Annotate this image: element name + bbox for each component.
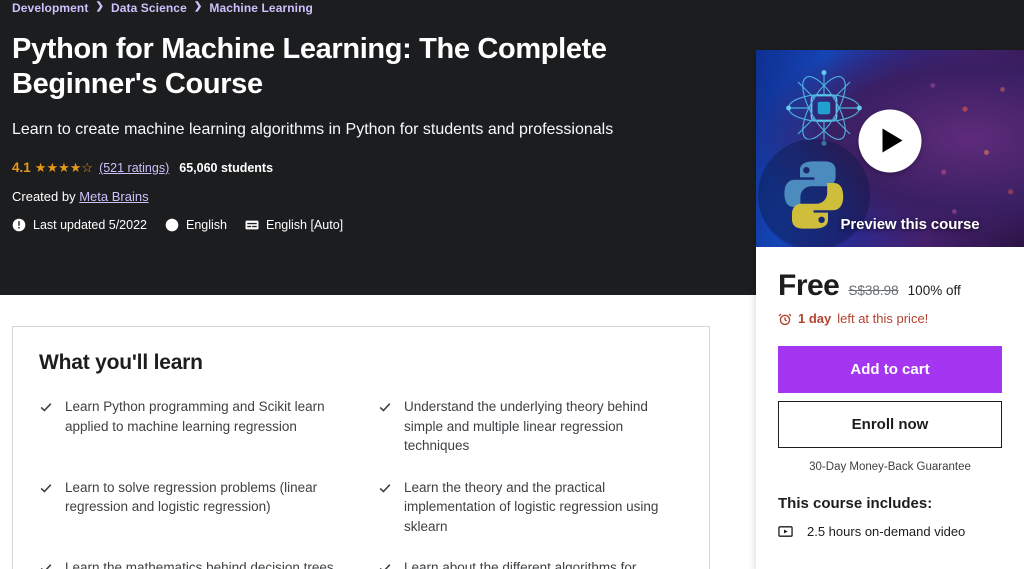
star-filled-icon: ★ xyxy=(46,160,59,176)
list-item-label: Learn the theory and the practical imple… xyxy=(404,479,659,534)
discount-percentage: 100% off xyxy=(907,283,961,298)
check-icon xyxy=(39,561,53,569)
list-item-label: Learn about the different algorithms for… xyxy=(404,560,637,569)
check-icon xyxy=(39,481,53,500)
play-icon xyxy=(882,128,902,153)
star-filled-icon: ★ xyxy=(69,160,82,176)
course-purchase-sidebar: Preview this course Free S$38.98 100% of… xyxy=(756,50,1024,569)
what-you-will-learn-title: What you'll learn xyxy=(39,351,203,374)
star-empty-icon: ☆ xyxy=(81,160,94,176)
list-item: Learn the theory and the practical imple… xyxy=(378,478,683,537)
instructor-link[interactable]: Meta Brains xyxy=(79,189,148,204)
original-price: S$38.98 xyxy=(848,283,899,298)
list-item-label: Learn to solve regression problems (line… xyxy=(65,479,318,515)
add-to-cart-button[interactable]: Add to cart xyxy=(778,346,1002,393)
current-price: Free xyxy=(778,269,840,302)
meta-last-updated-label: Last updated 5/2022 xyxy=(33,218,147,233)
course-landing-page: Development ❯ Data Science ❯ Machine Lea… xyxy=(0,0,1024,569)
sidebar-body: Free S$38.98 100% off 1 day left at this… xyxy=(756,247,1024,555)
info-icon xyxy=(12,218,26,232)
enroll-now-button[interactable]: Enroll now xyxy=(778,401,1002,448)
star-rating-icon: ★ ★ ★ ★ ☆ xyxy=(35,161,93,174)
course-preview-thumbnail[interactable]: Preview this course xyxy=(756,50,1024,247)
list-item-label: Understand the underlying theory behind … xyxy=(404,399,648,454)
list-item: Learn about the different algorithms for… xyxy=(378,558,683,569)
meta-last-updated: Last updated 5/2022 xyxy=(12,218,147,232)
check-icon xyxy=(378,481,392,500)
star-filled-icon: ★ xyxy=(34,160,47,176)
list-item: Learn the mathematics behind decision tr… xyxy=(39,558,344,569)
price-row: Free S$38.98 100% off xyxy=(778,269,1002,303)
breadcrumb-item-development[interactable]: Development xyxy=(12,1,88,15)
course-includes-title: This course includes: xyxy=(778,495,933,512)
list-item: Learn Python programming and Scikit lear… xyxy=(39,397,344,456)
list-item: Understand the underlying theory behind … xyxy=(378,397,683,456)
rating-score: 4.1 xyxy=(12,160,31,176)
chevron-right-icon: ❯ xyxy=(95,1,104,12)
created-by-label: Created by xyxy=(12,189,76,205)
course-meta-row: Last updated 5/2022 English English [Aut… xyxy=(12,218,748,232)
deadline-time: 1 day xyxy=(798,311,832,326)
check-icon xyxy=(39,400,53,419)
list-item-label: Learn Python programming and Scikit lear… xyxy=(65,399,325,434)
breadcrumb-item-machine-learning[interactable]: Machine Learning xyxy=(209,1,313,15)
star-filled-icon: ★ xyxy=(58,160,70,176)
deadline-suffix: left at this price! xyxy=(837,311,929,326)
check-icon xyxy=(378,400,392,419)
students-count: 65,060 students xyxy=(179,160,274,175)
ratings-count-link[interactable]: (521 ratings) xyxy=(99,161,169,175)
play-button[interactable] xyxy=(858,109,922,173)
video-icon xyxy=(778,526,793,537)
learning-objectives-list: Learn Python programming and Scikit lear… xyxy=(39,397,683,569)
breadcrumb: Development ❯ Data Science ❯ Machine Lea… xyxy=(12,0,748,15)
meta-language-label: English xyxy=(186,218,227,233)
price-deadline: 1 day left at this price! xyxy=(778,311,1002,326)
chevron-right-icon: ❯ xyxy=(193,1,203,12)
course-headline: Learn to create machine learning algorit… xyxy=(12,120,614,138)
course-title: Python for Machine Learning: The Complet… xyxy=(12,33,607,101)
list-item: 2.5 hours on-demand video xyxy=(778,524,1002,539)
check-icon xyxy=(378,561,392,569)
rating-row: 4.1 ★ ★ ★ ★ ☆ (521 ratings) 65,060 stude… xyxy=(12,160,748,175)
meta-captions: English [Auto] xyxy=(245,218,343,232)
created-by-row: Created by Meta Brains xyxy=(12,189,748,204)
list-item-label: Learn the mathematics behind decision tr… xyxy=(65,560,334,569)
breadcrumb-item-data-science[interactable]: Data Science xyxy=(111,1,187,15)
list-item: Learn to solve regression problems (line… xyxy=(39,478,344,537)
alarm-clock-icon xyxy=(778,313,792,325)
closed-caption-icon xyxy=(245,218,259,232)
list-item-label: 2.5 hours on-demand video xyxy=(807,524,966,539)
money-back-guarantee: 30-Day Money-Back Guarantee xyxy=(809,461,971,473)
globe-icon xyxy=(165,218,179,232)
meta-language: English xyxy=(165,218,227,232)
what-you-will-learn-box: What you'll learn Learn Python programmi… xyxy=(12,326,710,569)
preview-this-course-label: Preview this course xyxy=(840,216,980,233)
course-includes-list: 2.5 hours on-demand video xyxy=(778,524,1002,539)
meta-captions-label: English [Auto] xyxy=(266,218,344,233)
